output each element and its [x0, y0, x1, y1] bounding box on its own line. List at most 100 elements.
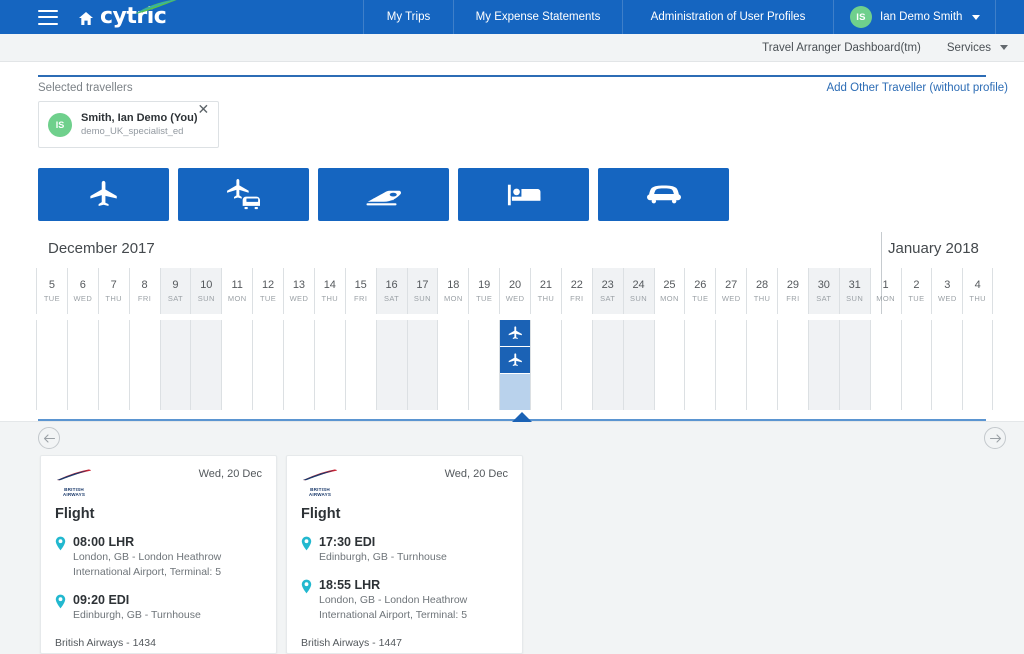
flight-leg: 17:30 EDI Edinburgh, GB - Turnhouse: [301, 534, 508, 565]
bed-icon: [507, 184, 540, 205]
itinerary-card[interactable]: BRITISH AIRWAYS Wed, 20 Dec Flight 17:30 ED…: [286, 455, 523, 654]
calendar-day-19[interactable]: 19 TUE: [468, 268, 499, 314]
calendar-day-17[interactable]: 17 SUN: [406, 268, 438, 314]
timeline-column-14[interactable]: [313, 320, 345, 410]
section-divider: [38, 75, 986, 77]
timeline-column-13[interactable]: [283, 320, 314, 410]
timeline-column-28[interactable]: [746, 320, 777, 410]
calendar-day-23[interactable]: 23 SAT: [591, 268, 623, 314]
timeline-column-6[interactable]: [66, 320, 98, 410]
service-button-hotel[interactable]: [458, 168, 589, 221]
nav-item-my-expense-statements[interactable]: My Expense Statements: [453, 0, 622, 34]
timeline-column-19[interactable]: [468, 320, 499, 410]
timeline-column-22[interactable]: [560, 320, 592, 410]
calendar-day-22[interactable]: 22 FRI: [560, 268, 592, 314]
calendar-day-27[interactable]: 27 WED: [715, 268, 746, 314]
calendar-day-20[interactable]: 20 WED: [499, 268, 530, 314]
timeline-column-11[interactable]: [221, 320, 252, 410]
calendar-day-18[interactable]: 18 MON: [437, 268, 468, 314]
service-button-flight-and-train[interactable]: [178, 168, 309, 221]
calendar-day-number: 3: [944, 278, 951, 291]
timeline-column-21[interactable]: [530, 320, 561, 410]
user-menu[interactable]: IS Ian Demo Smith: [833, 0, 995, 34]
timeline-flight-segment[interactable]: [500, 320, 531, 347]
calendar-day-31[interactable]: 31 SUN: [838, 268, 870, 314]
timeline-column-12[interactable]: [252, 320, 283, 410]
timeline-column-16[interactable]: [375, 320, 407, 410]
calendar-day-29[interactable]: 29 FRI: [777, 268, 808, 314]
calendar-day-11[interactable]: 11 MON: [221, 268, 252, 314]
calendar-day-9[interactable]: 9 SAT: [159, 268, 191, 314]
calendar-day-6[interactable]: 6 WED: [66, 268, 98, 314]
itinerary-next-button[interactable]: [984, 427, 1006, 449]
month-label-january: January 2018: [888, 240, 979, 257]
calendar-day-24[interactable]: 24 SUN: [622, 268, 654, 314]
itinerary-card[interactable]: BRITISH AIRWAYS Wed, 20 Dec Flight 08:00 LH…: [40, 455, 277, 654]
timeline-column-5[interactable]: [36, 320, 67, 410]
timeline-column-29[interactable]: [777, 320, 808, 410]
timeline-column-24[interactable]: [622, 320, 654, 410]
calendar-day-weekday: TUE: [476, 293, 493, 303]
calendar-day-number: 5: [48, 278, 55, 291]
calendar-day-13[interactable]: 13 WED: [283, 268, 314, 314]
brand-logo[interactable]: cytric: [78, 0, 177, 28]
timeline-column-23[interactable]: [591, 320, 623, 410]
timeline-column-1[interactable]: [869, 320, 901, 410]
service-button-flight[interactable]: [38, 168, 169, 221]
services-link[interactable]: Services: [947, 42, 991, 54]
nav-item-administration-of-user-profiles[interactable]: Administration of User Profiles: [622, 0, 833, 34]
calendar-day-5[interactable]: 5 TUE: [36, 268, 67, 314]
service-button-car[interactable]: [598, 168, 729, 221]
add-other-traveller-link[interactable]: Add Other Traveller (without profile): [826, 82, 1008, 94]
timeline-column-2[interactable]: [900, 320, 932, 410]
calendar-day-14[interactable]: 14 THU: [313, 268, 345, 314]
itinerary-prev-button[interactable]: [38, 427, 60, 449]
traveller-chip[interactable]: IS Smith, Ian Demo (You) demo_UK_special…: [38, 101, 219, 148]
service-button-train[interactable]: [318, 168, 449, 221]
timeline-column-10[interactable]: [190, 320, 222, 410]
flight-leg-time-code: 17:30 EDI: [319, 535, 376, 549]
timeline-column-20[interactable]: [499, 320, 531, 410]
calendar-day-1[interactable]: 1 MON: [869, 268, 901, 314]
chevron-down-icon: [972, 14, 981, 20]
calendar-day-16[interactable]: 16 SAT: [375, 268, 407, 314]
timeline-column-7[interactable]: [97, 320, 129, 410]
calendar-day-8[interactable]: 8 FRI: [128, 268, 160, 314]
calendar-day-4[interactable]: 4 THU: [962, 268, 994, 314]
calendar-day-7[interactable]: 7 THU: [97, 268, 129, 314]
nav-item-my-trips[interactable]: My Trips: [363, 0, 453, 34]
flight-leg: 08:00 LHR London, GB - London Heathrow Int…: [55, 534, 262, 580]
calendar-day-12[interactable]: 12 TUE: [252, 268, 283, 314]
timeline-column-25[interactable]: [653, 320, 685, 410]
hamburger-menu-icon[interactable]: [38, 9, 58, 25]
calendar-day-25[interactable]: 25 MON: [653, 268, 685, 314]
calendar-day-weekday: SAT: [816, 293, 832, 303]
airplane-icon: [508, 352, 522, 366]
timeline-column-27[interactable]: [715, 320, 746, 410]
calendar-day-21[interactable]: 21 THU: [530, 268, 561, 314]
calendar-day-2[interactable]: 2 TUE: [900, 268, 932, 314]
calendar-day-15[interactable]: 15 FRI: [344, 268, 376, 314]
timeline-column-17[interactable]: [406, 320, 438, 410]
calendar-day-30[interactable]: 30 SAT: [807, 268, 839, 314]
timeline-flight-segment[interactable]: [500, 347, 531, 374]
calendar-day-10[interactable]: 10 SUN: [190, 268, 222, 314]
timeline-column-18[interactable]: [437, 320, 468, 410]
calendar-day-28[interactable]: 28 THU: [746, 268, 777, 314]
calendar-day-3[interactable]: 3 WED: [931, 268, 962, 314]
travel-arranger-dashboard-link[interactable]: Travel Arranger Dashboard(tm): [762, 42, 921, 54]
secondary-bar: Travel Arranger Dashboard(tm) Services: [0, 34, 1024, 62]
timeline-column-8[interactable]: [128, 320, 160, 410]
calendar-day-26[interactable]: 26 TUE: [684, 268, 715, 314]
timeline-column-30[interactable]: [807, 320, 839, 410]
timeline-column-4[interactable]: [962, 320, 994, 410]
timeline-column-9[interactable]: [159, 320, 191, 410]
calendar-day-number: 13: [292, 278, 306, 291]
timeline-column-31[interactable]: [838, 320, 870, 410]
timeline-column-26[interactable]: [684, 320, 715, 410]
timeline-column-15[interactable]: [344, 320, 376, 410]
close-icon[interactable]: ✕: [198, 103, 210, 117]
timeline-column-3[interactable]: [931, 320, 962, 410]
nav-items: My Trips My Expense Statements Administr…: [363, 0, 1024, 34]
chevron-down-icon[interactable]: [1000, 45, 1008, 50]
